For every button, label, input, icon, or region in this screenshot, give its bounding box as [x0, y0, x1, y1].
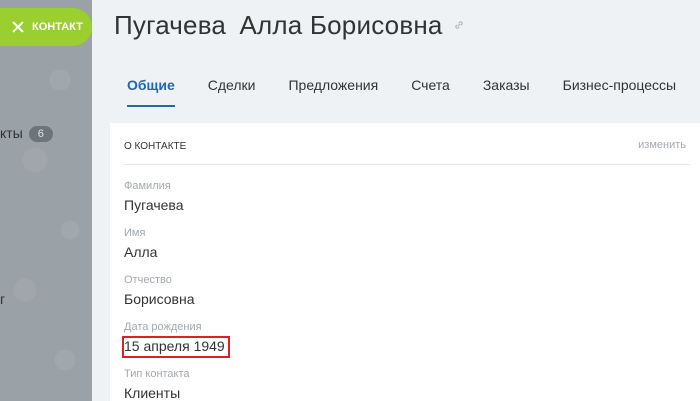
birth-date-highlight-box	[122, 336, 230, 358]
divider	[124, 164, 690, 165]
contact-info-card: О КОНТАКТЕ изменить Фамилия Пугачева Имя…	[110, 123, 700, 401]
title-last-name: Пугачева	[114, 10, 227, 40]
tab-invoices[interactable]: Счета	[411, 77, 450, 101]
field-label-first-name: Имя	[124, 227, 146, 239]
edit-link[interactable]: изменить	[638, 139, 686, 151]
tab-deals[interactable]: Сделки	[208, 77, 256, 101]
card-title: О КОНТАКТЕ	[124, 141, 187, 152]
tab-business-processes[interactable]: Бизнес-процессы	[563, 77, 676, 101]
tab-quotes[interactable]: Предложения	[288, 77, 378, 101]
field-value-contact-type: Клиенты	[124, 385, 181, 401]
field-label-birth-date: Дата рождения	[124, 321, 202, 333]
title-first-middle-name: Алла Борисовна	[239, 10, 443, 40]
field-value-last-name: Пугачева	[124, 197, 184, 213]
background-page: кты 6 г	[0, 0, 92, 401]
background-list-item-label: кты	[0, 125, 23, 141]
background-count-badge: 6	[28, 126, 53, 142]
field-label-middle-name: Отчество	[124, 274, 172, 286]
link-icon[interactable]	[454, 6, 464, 37]
background-text-fragment: г	[0, 291, 6, 307]
field-value-first-name: Алла	[124, 244, 158, 260]
tabs: Общие Сделки Предложения Счета Заказы Би…	[127, 77, 700, 107]
close-icon	[12, 21, 24, 33]
tab-orders[interactable]: Заказы	[483, 77, 530, 101]
close-contact-button[interactable]: КОНТАКТ	[0, 8, 92, 46]
field-label-contact-type: Тип контакта	[124, 368, 190, 380]
background-list-item: кты 6	[0, 125, 53, 142]
tab-general[interactable]: Общие	[127, 77, 175, 107]
close-contact-label: КОНТАКТ	[32, 21, 83, 33]
field-label-last-name: Фамилия	[124, 180, 171, 192]
field-value-middle-name: Борисовна	[124, 291, 195, 307]
contact-panel: Пугачева Алла Борисовна Общие Сделки Пре…	[92, 0, 700, 401]
background-pattern	[0, 0, 92, 401]
page-title: Пугачева Алла Борисовна	[114, 6, 464, 41]
